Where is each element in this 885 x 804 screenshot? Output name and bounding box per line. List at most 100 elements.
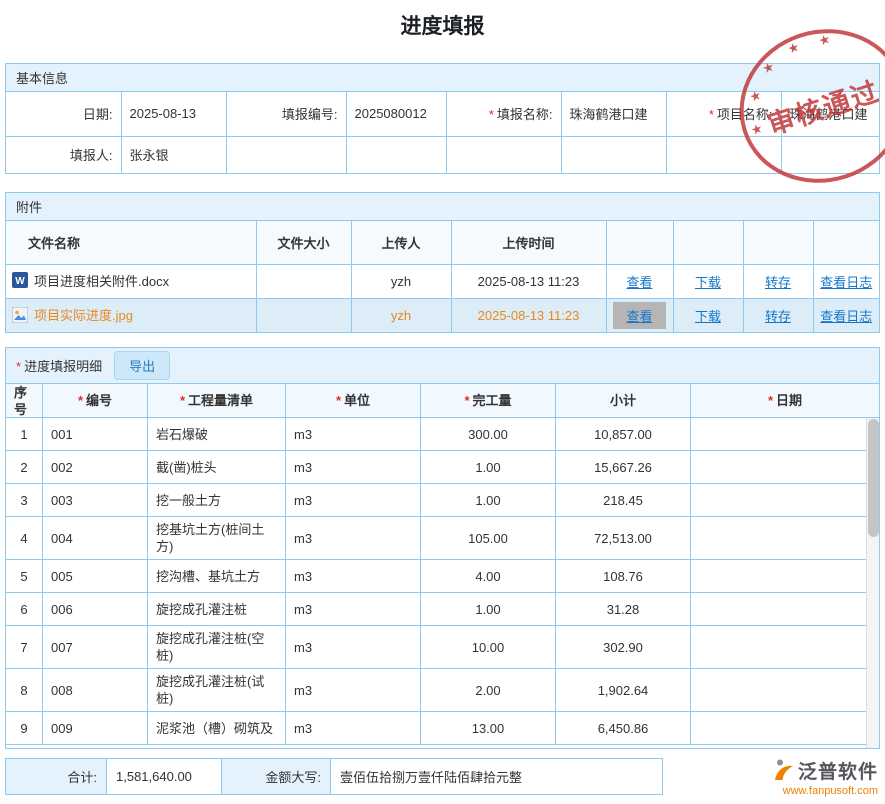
col-header-action [743, 221, 813, 264]
fanpu-logo-icon [772, 758, 794, 782]
empty-cell [346, 136, 446, 173]
col-header-qty: *完工量 [421, 384, 556, 417]
transfer-link[interactable]: 转存 [765, 275, 791, 290]
cell-code: 009 [43, 712, 148, 744]
date-label: 日期: [6, 92, 121, 136]
upload-time: 2025-08-13 11:23 [451, 298, 606, 332]
report-name-value: 珠海鹤港口建 [561, 92, 666, 136]
cell-item: 旋挖成孔灌注桩 [148, 593, 286, 625]
detail-scrollbar[interactable] [866, 418, 879, 748]
cell-seq: 1 [6, 418, 43, 450]
cell-code: 001 [43, 418, 148, 450]
cell-seq: 9 [6, 712, 43, 744]
cell-unit: m3 [286, 517, 421, 559]
detail-row: 2 002 截(凿)桩头 m3 1.00 15,667.26 [6, 451, 879, 484]
project-name-label: *项目名称: [666, 92, 781, 136]
word-file-icon: W [12, 272, 28, 288]
report-no-label: 填报编号: [226, 92, 346, 136]
transfer-link[interactable]: 转存 [765, 309, 791, 324]
download-link[interactable]: 下载 [695, 275, 721, 290]
empty-cell [226, 136, 346, 173]
cell-subtotal: 6,450.86 [556, 712, 691, 744]
file-name: 项目进度相关附件.docx [34, 271, 169, 290]
basic-info-header: 基本信息 [6, 64, 879, 92]
cell-item: 旋挖成孔灌注桩(空桩) [148, 626, 286, 668]
svg-text:W: W [15, 276, 25, 287]
page-title: 进度填报 [5, 0, 880, 40]
cell-item: 岩石爆破 [148, 418, 286, 450]
cell-date [691, 484, 879, 516]
cell-seq: 7 [6, 626, 43, 668]
filler-label: 填报人: [6, 136, 121, 173]
cell-date [691, 451, 879, 483]
view-link[interactable]: 查看 [613, 302, 665, 329]
date-value: 2025-08-13 [121, 92, 226, 136]
view-log-link[interactable]: 查看日志 [820, 309, 872, 324]
col-header-action [606, 221, 673, 264]
basic-info-section: 基本信息 日期: 2025-08-13 填报编号: 2025080012 *填报… [5, 63, 880, 174]
col-header-action [673, 221, 743, 264]
export-button[interactable]: 导出 [114, 351, 170, 380]
col-header-file-name: 文件名称 [6, 221, 256, 264]
cell-date [691, 669, 879, 711]
cell-qty: 10.00 [421, 626, 556, 668]
cell-unit: m3 [286, 451, 421, 483]
cell-subtotal: 31.28 [556, 593, 691, 625]
summary-footer: 合计: 1,581,640.00 金额大写: 壹佰伍拾捌万壹仟陆佰肆拾元整 泛普… [5, 758, 880, 795]
view-log-link[interactable]: 查看日志 [820, 275, 872, 290]
detail-row: 3 003 挖一般土方 m3 1.00 218.45 [6, 484, 879, 517]
cell-code: 006 [43, 593, 148, 625]
cell-unit: m3 [286, 712, 421, 744]
cell-qty: 2.00 [421, 669, 556, 711]
cell-qty: 1.00 [421, 484, 556, 516]
download-link[interactable]: 下载 [695, 309, 721, 324]
fanpu-logo: 泛普软件 www.fanpusoft.com [772, 758, 880, 795]
col-header-uploader: 上传人 [351, 221, 451, 264]
col-header-file-size: 文件大小 [256, 221, 351, 264]
cell-subtotal: 10,857.00 [556, 418, 691, 450]
cell-seq: 5 [6, 560, 43, 592]
cell-date [691, 517, 879, 559]
empty-cell [446, 136, 561, 173]
filler-value: 张永银 [121, 136, 226, 173]
detail-row: 6 006 旋挖成孔灌注桩 m3 1.00 31.28 [6, 593, 879, 626]
detail-table-header: 序号 *编号 *工程量清单 *单位 *完工量 小计 *日期 [6, 384, 879, 418]
stamp-star-icon: ★ [786, 39, 802, 58]
file-size [256, 298, 351, 332]
cell-unit: m3 [286, 484, 421, 516]
col-header-unit: *单位 [286, 384, 421, 417]
col-header-seq: 序号 [6, 384, 43, 417]
cell-code: 002 [43, 451, 148, 483]
cell-date [691, 626, 879, 668]
amount-words-label: 金额大写: [222, 759, 330, 794]
file-name: 项目实际进度.jpg [34, 305, 133, 324]
cell-code: 008 [43, 669, 148, 711]
file-size [256, 264, 351, 298]
cell-item: 泥浆池（槽）砌筑及 [148, 712, 286, 744]
cell-qty: 1.00 [421, 593, 556, 625]
scrollbar-thumb[interactable] [868, 419, 879, 537]
col-header-subtotal: 小计 [556, 384, 691, 417]
cell-date [691, 560, 879, 592]
upload-time: 2025-08-13 11:23 [451, 264, 606, 298]
detail-row: 1 001 岩石爆破 m3 300.00 10,857.00 [6, 418, 879, 451]
detail-section: *进度填报明细 导出 序号 *编号 *工程量清单 *单位 *完工量 小计 *日期… [5, 347, 880, 749]
view-link[interactable]: 查看 [626, 275, 652, 290]
detail-section-header: *进度填报明细 导出 [6, 348, 879, 384]
detail-row: 5 005 挖沟槽、基坑土方 m3 4.00 108.76 [6, 560, 879, 593]
attachments-table: 文件名称 文件大小 上传人 上传时间 W 项目进度相关附件.docx [6, 221, 879, 332]
cell-date [691, 593, 879, 625]
col-header-date: *日期 [691, 384, 879, 417]
attachment-row: W 项目进度相关附件.docx yzh 2025-08-13 11:23 查看 … [6, 264, 879, 298]
cell-date [691, 418, 879, 450]
total-label: 合计: [6, 759, 106, 794]
attachment-row: 项目实际进度.jpg yzh 2025-08-13 11:23 查看 下载 转存… [6, 298, 879, 332]
cell-item: 挖沟槽、基坑土方 [148, 560, 286, 592]
col-header-upload-time: 上传时间 [451, 221, 606, 264]
cell-subtotal: 72,513.00 [556, 517, 691, 559]
cell-seq: 6 [6, 593, 43, 625]
detail-row: 9 009 泥浆池（槽）砌筑及 m3 13.00 6,450.86 [6, 712, 879, 745]
progress-report-page: 进度填报 ★ ★ ★ ★ ★ 审核通过 基本信息 日期: 2025-08-13 … [0, 0, 885, 804]
cell-subtotal: 302.90 [556, 626, 691, 668]
detail-row: 8 008 旋挖成孔灌注桩(试桩) m3 2.00 1,902.64 [6, 669, 879, 712]
